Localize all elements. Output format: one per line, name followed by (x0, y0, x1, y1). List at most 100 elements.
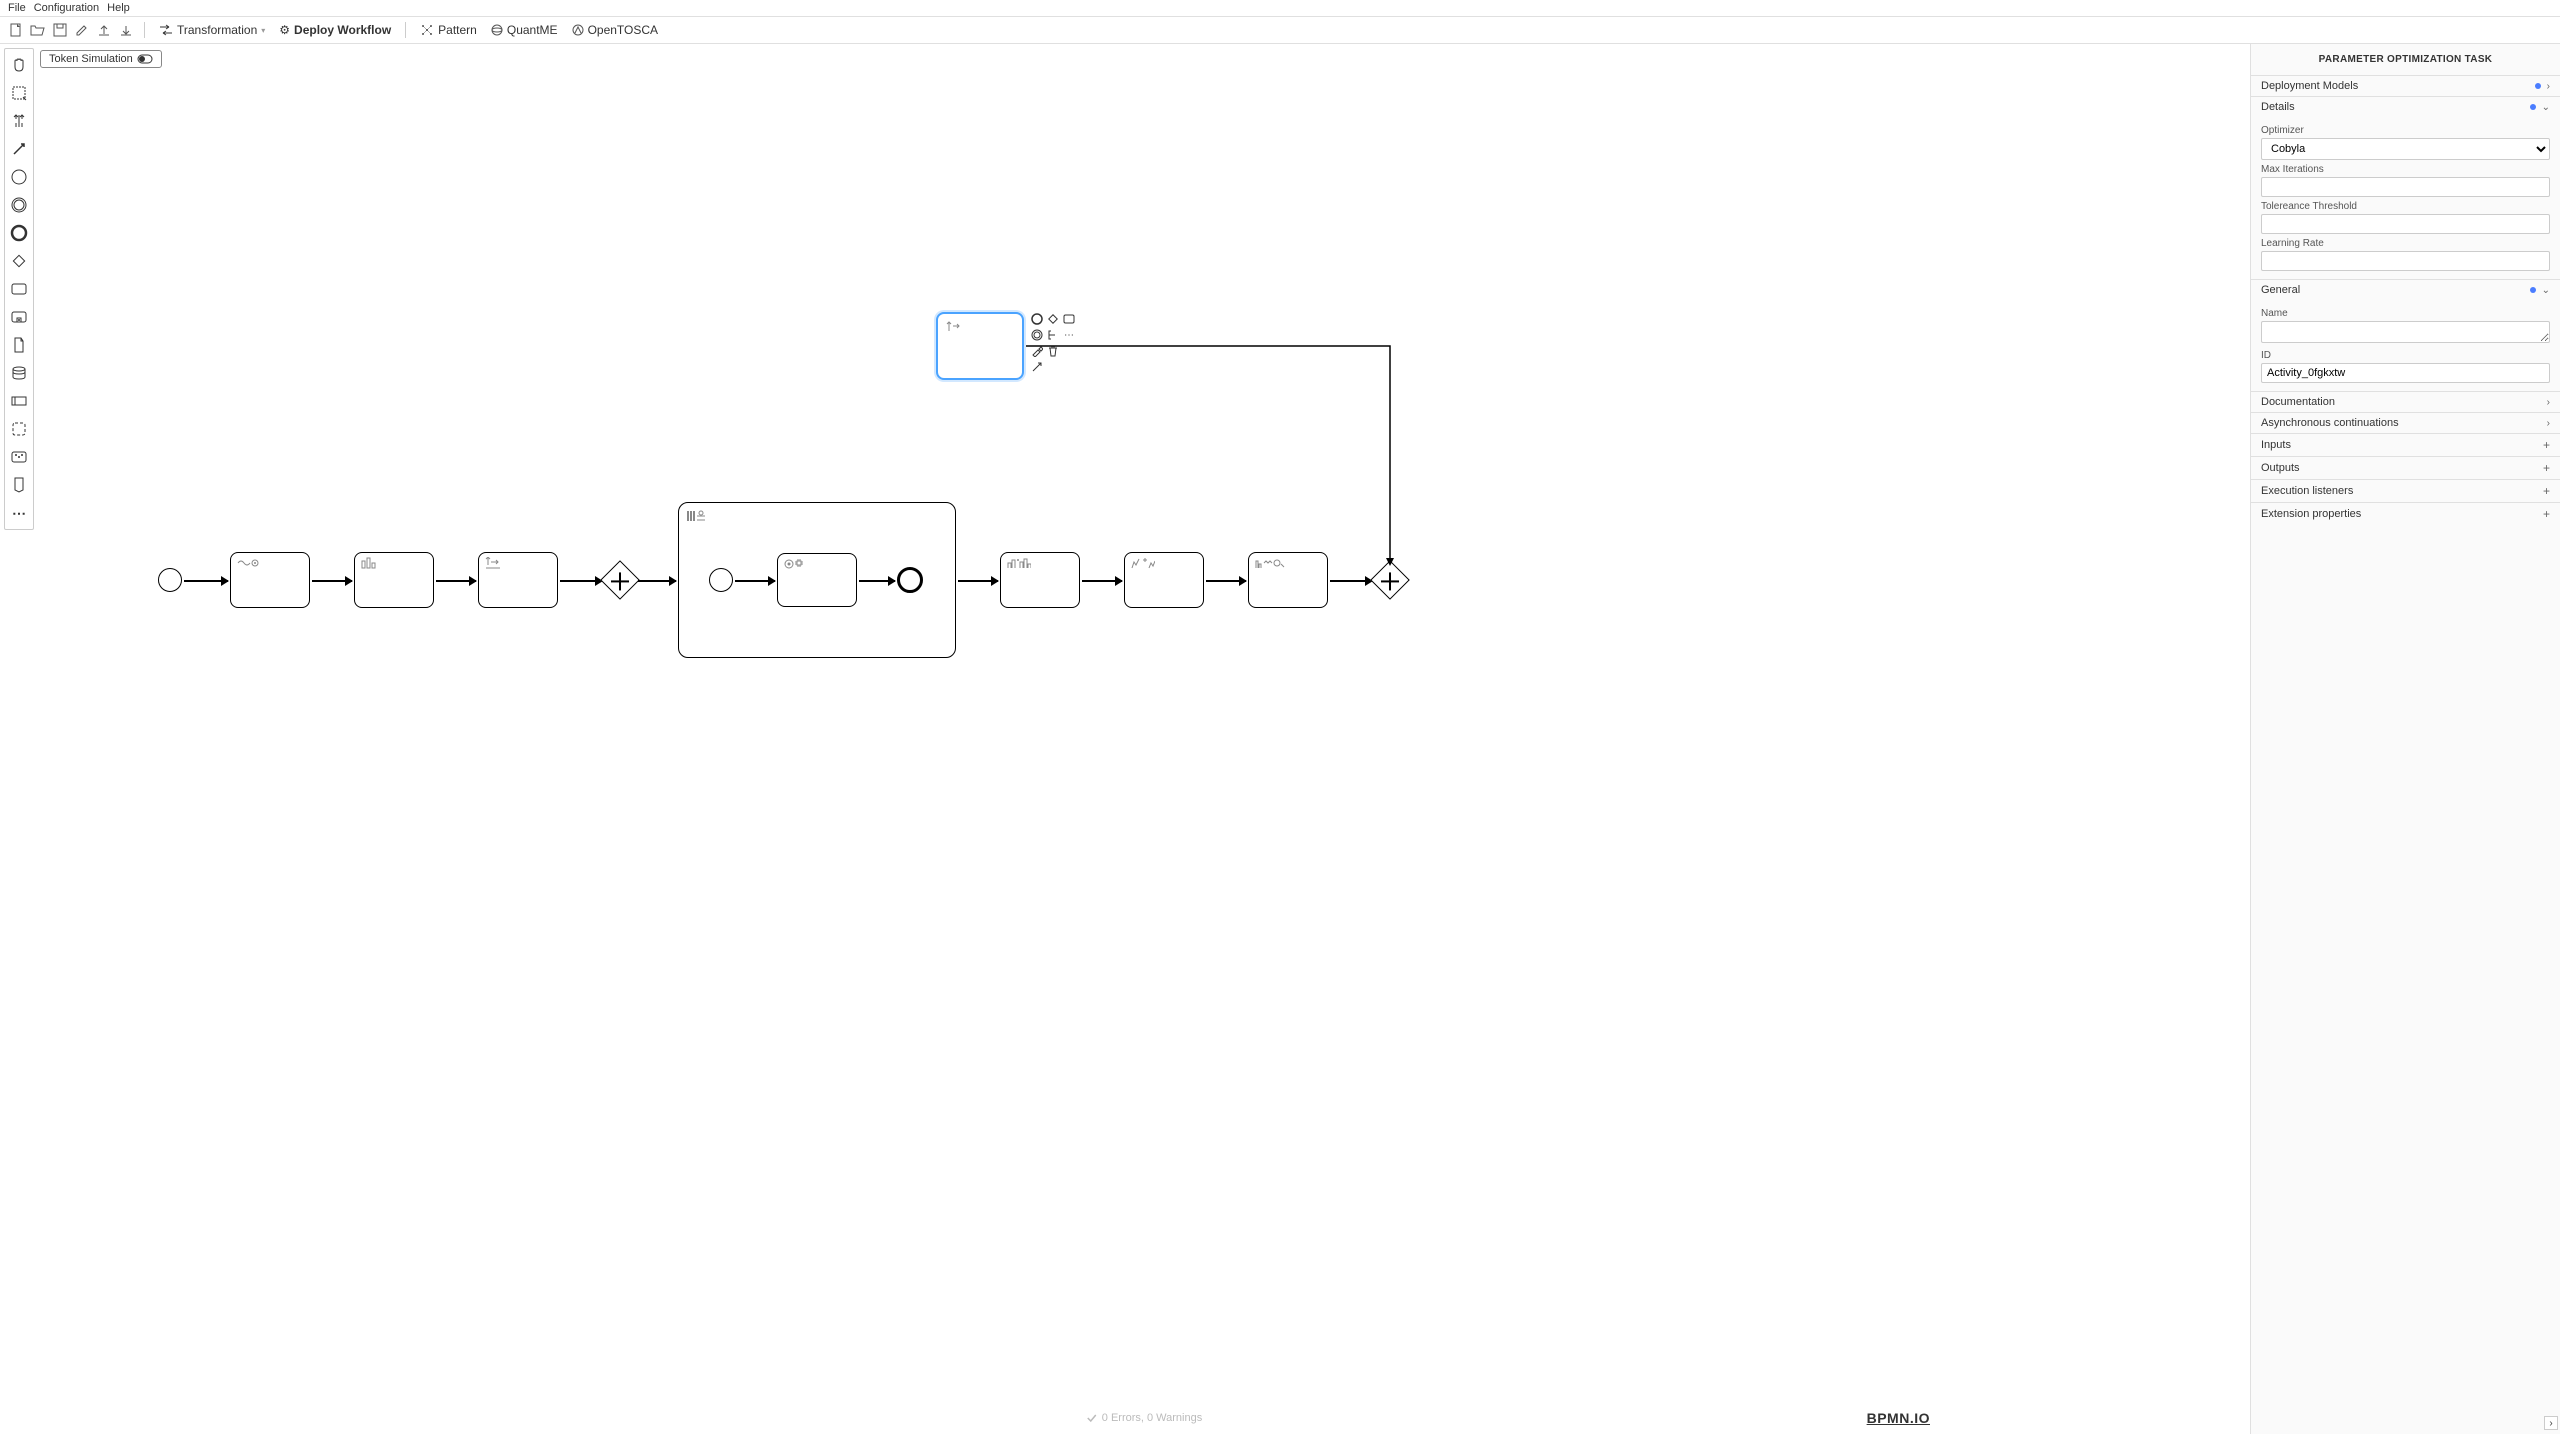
task-type-icon (946, 320, 960, 332)
sequence-flow[interactable] (859, 580, 895, 582)
task-type-icon (1007, 557, 1031, 569)
task-3[interactable] (478, 552, 558, 608)
separator (405, 22, 406, 38)
sequence-flow[interactable] (560, 580, 602, 582)
hand-tool[interactable] (9, 55, 29, 75)
task-type-icon (237, 557, 259, 569)
task-6[interactable] (1248, 552, 1328, 608)
exclusive-gateway-1[interactable] (600, 560, 640, 600)
sequence-flow[interactable] (638, 580, 676, 582)
subprocess-tool[interactable] (9, 307, 29, 327)
more-tools[interactable]: ⋯ (9, 503, 29, 523)
task-4[interactable] (1000, 552, 1080, 608)
sequence-flow[interactable] (312, 580, 352, 582)
deploy-workflow-button[interactable]: ⚙ Deploy Workflow (275, 21, 395, 39)
group-tool[interactable] (9, 419, 29, 439)
end-event-tool[interactable] (9, 223, 29, 243)
tolerance-label: Tolereance Threshold (2261, 201, 2550, 212)
transformation-button[interactable]: Transformation ▾ (155, 21, 269, 39)
policy-tool[interactable] (9, 475, 29, 495)
sequence-flow[interactable] (184, 580, 228, 582)
connect-tool[interactable] (9, 139, 29, 159)
upload-icon[interactable] (96, 22, 112, 38)
quantme-button[interactable]: QuantME (487, 21, 562, 39)
add-icon[interactable]: + (2543, 484, 2550, 498)
space-tool[interactable] (9, 111, 29, 131)
section-async-continuations[interactable]: Asynchronous continuations › (2251, 413, 2560, 433)
bpmn-canvas[interactable]: ⋯ 0 Errors, 0 Warnings BPMN.IO (38, 44, 2250, 1434)
append-task[interactable] (1062, 312, 1076, 326)
name-input[interactable] (2261, 321, 2550, 343)
opentosca-icon (572, 24, 584, 36)
start-event-tool[interactable] (9, 167, 29, 187)
collapse-panel-button[interactable]: › (2544, 1416, 2558, 1430)
append-gateway[interactable] (1046, 312, 1060, 326)
menu-file[interactable]: File (8, 2, 26, 14)
section-inputs[interactable]: Inputs + (2251, 434, 2560, 456)
task-tool[interactable] (9, 279, 29, 299)
bpmnio-logo[interactable]: BPMN.IO (1867, 1410, 1930, 1426)
section-documentation[interactable]: Documentation › (2251, 392, 2560, 412)
task-2[interactable] (354, 552, 434, 608)
add-icon[interactable]: + (2543, 461, 2550, 475)
sequence-flow[interactable] (735, 580, 775, 582)
expanded-subprocess[interactable] (678, 502, 956, 658)
sequence-flow[interactable] (436, 580, 476, 582)
id-input[interactable] (2261, 363, 2550, 383)
add-icon[interactable]: + (2543, 438, 2550, 452)
section-label: Extension properties (2261, 508, 2361, 520)
change-type[interactable] (1030, 344, 1044, 358)
add-icon[interactable]: + (2543, 507, 2550, 521)
data-object-tool[interactable] (9, 335, 29, 355)
tolerance-input[interactable] (2261, 214, 2550, 234)
chevron-down-icon: ⌄ (2542, 285, 2550, 296)
append-end-event[interactable] (1030, 312, 1044, 326)
section-deployment-models[interactable]: Deployment Models › (2251, 76, 2560, 96)
task-type-icon (485, 557, 501, 571)
section-label: Documentation (2261, 396, 2335, 408)
subprocess-start-event[interactable] (709, 568, 733, 592)
section-label: Inputs (2261, 439, 2291, 451)
quantme-task-tool[interactable] (9, 447, 29, 467)
section-general[interactable]: General ⌄ (2251, 280, 2560, 300)
sequence-flow[interactable] (958, 580, 998, 582)
save-icon[interactable] (52, 22, 68, 38)
quantme-icon (491, 24, 503, 36)
parameter-optimization-task-selected[interactable] (936, 312, 1024, 380)
gateway-tool[interactable] (9, 251, 29, 271)
participant-tool[interactable] (9, 391, 29, 411)
section-extension-properties[interactable]: Extension properties + (2251, 503, 2560, 525)
more-options[interactable]: ⋯ (1062, 328, 1076, 342)
menu-configuration[interactable]: Configuration (34, 2, 99, 14)
sequence-flow[interactable] (1082, 580, 1122, 582)
start-event[interactable] (158, 568, 182, 592)
new-file-icon[interactable] (8, 22, 24, 38)
sequence-flow[interactable] (1206, 580, 1246, 582)
task-1[interactable] (230, 552, 310, 608)
lasso-tool[interactable] (9, 83, 29, 103)
intermediate-event-tool[interactable] (9, 195, 29, 215)
delete[interactable] (1046, 344, 1060, 358)
subprocess-end-event[interactable] (897, 567, 923, 593)
annotation[interactable] (1046, 328, 1060, 342)
connect[interactable] (1030, 360, 1044, 374)
opentosca-button[interactable]: OpenTOSCA (568, 21, 662, 39)
download-icon[interactable] (118, 22, 134, 38)
section-outputs[interactable]: Outputs + (2251, 457, 2560, 479)
optimizer-select[interactable]: Cobyla (2261, 138, 2550, 160)
section-details[interactable]: Details ⌄ (2251, 97, 2560, 117)
open-folder-icon[interactable] (30, 22, 46, 38)
section-execution-listeners[interactable]: Execution listeners + (2251, 480, 2560, 502)
learning-rate-input[interactable] (2261, 251, 2550, 271)
menu-help[interactable]: Help (107, 2, 130, 14)
exclusive-gateway-2[interactable] (1370, 560, 1410, 600)
sequence-flow[interactable] (1330, 580, 1372, 582)
edit-icon[interactable] (74, 22, 90, 38)
max-iterations-input[interactable] (2261, 177, 2550, 197)
flow-overlay (38, 44, 2250, 1434)
task-5[interactable] (1124, 552, 1204, 608)
append-intermediate-event[interactable] (1030, 328, 1044, 342)
subprocess-task[interactable] (777, 553, 857, 607)
pattern-button[interactable]: Pattern (416, 21, 481, 39)
data-store-tool[interactable] (9, 363, 29, 383)
